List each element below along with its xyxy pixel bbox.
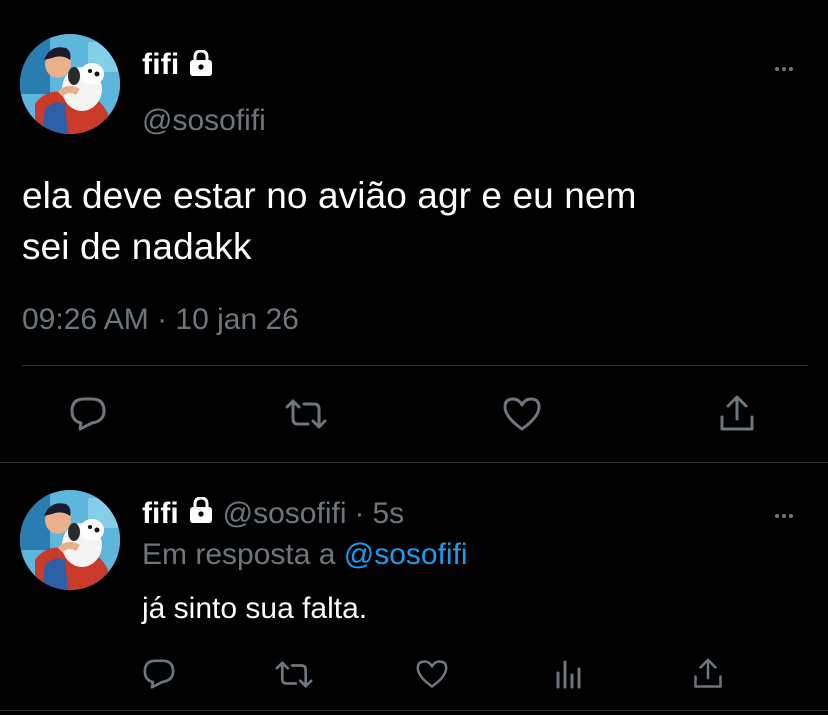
lock-icon — [189, 496, 213, 531]
share-button[interactable] — [690, 654, 726, 694]
author-name-row: fifi — [142, 48, 213, 82]
reply-icon — [143, 659, 175, 689]
tweet-text-line: ela deve estar no avião agr e eu nem — [22, 175, 637, 216]
tweet-timestamp[interactable]: 09:26 AM · 10 jan 26 — [22, 303, 299, 337]
author-handle[interactable]: @sosofifi — [142, 104, 266, 138]
avatar-image — [20, 490, 120, 590]
lock-icon — [189, 48, 213, 81]
share-button[interactable] — [716, 392, 758, 436]
share-icon — [720, 395, 754, 431]
tweet-time[interactable]: 5s — [372, 497, 404, 531]
heart-icon — [416, 660, 448, 688]
tweet-text: ela deve estar no avião agr e eu nem sei… — [22, 170, 812, 272]
reply-to-handle-link[interactable]: @sosofifi — [344, 538, 468, 571]
like-button[interactable] — [414, 656, 450, 692]
divider — [0, 462, 828, 463]
analytics-icon — [556, 660, 581, 689]
analytics-button[interactable] — [552, 656, 584, 692]
reply-header: fifi @sosofifi · 5s — [142, 496, 404, 531]
avatar[interactable] — [20, 34, 120, 134]
separator-dot: · — [354, 497, 365, 530]
more-icon[interactable] — [775, 67, 793, 71]
retweet-icon — [275, 660, 313, 688]
reply-button[interactable] — [68, 394, 108, 434]
reply-to-prefix: Em resposta a — [142, 538, 336, 571]
retweet-icon — [285, 399, 327, 429]
avatar-image — [20, 34, 120, 134]
tweet-text-line: sei de nadakk — [22, 226, 252, 267]
display-name[interactable]: fifi — [142, 48, 179, 82]
reply-button[interactable] — [141, 656, 177, 692]
like-button[interactable] — [500, 394, 544, 434]
share-icon — [694, 658, 722, 688]
reply-to-line: Em resposta a @sosofifi — [142, 538, 468, 572]
heart-icon — [503, 397, 541, 431]
main-tweet: fifi @sosofifi ela deve estar no avião a… — [0, 0, 828, 462]
more-icon[interactable] — [775, 514, 793, 518]
retweet-button[interactable] — [272, 656, 316, 692]
tweet-text: já sinto sua falta. — [142, 592, 368, 625]
divider — [22, 365, 808, 366]
avatar[interactable] — [20, 490, 120, 590]
tweet-thread: fifi @sosofifi ela deve estar no avião a… — [0, 0, 828, 715]
author-handle[interactable]: @sosofifi — [223, 497, 347, 531]
reply-icon — [70, 397, 106, 431]
divider — [0, 710, 828, 711]
retweet-button[interactable] — [282, 394, 330, 434]
display-name[interactable]: fifi — [142, 497, 179, 531]
